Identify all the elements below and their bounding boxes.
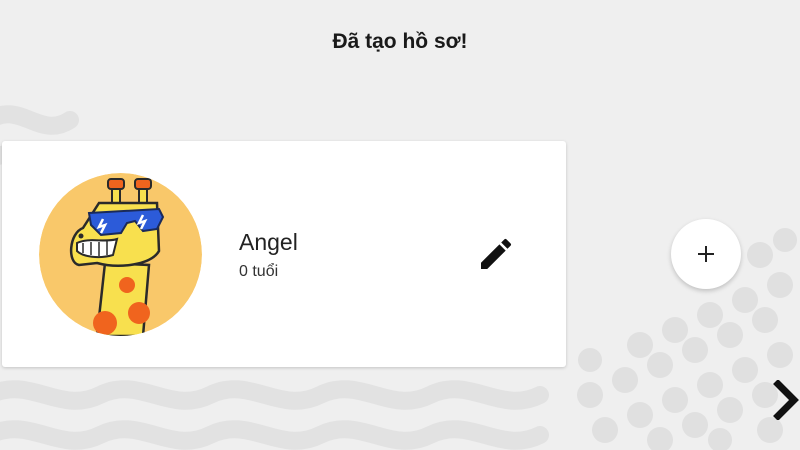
pencil-icon bbox=[481, 238, 512, 269]
page-title: Đã tạo hồ sơ! bbox=[332, 30, 468, 53]
profile-card[interactable]: Angel 0 tuổi bbox=[2, 141, 566, 367]
next-button[interactable] bbox=[772, 379, 800, 421]
add-profile-button[interactable] bbox=[671, 219, 741, 289]
giraffe-sunglasses-icon bbox=[39, 173, 202, 336]
profile-age: 0 tuổi bbox=[239, 263, 279, 280]
chevron-right-icon bbox=[773, 379, 799, 421]
edit-profile-button[interactable] bbox=[476, 234, 516, 274]
profile-created-screen: Đã tạo hồ sơ! Angel 0 tuổi bbox=[0, 0, 800, 450]
profile-name: Angel bbox=[239, 229, 298, 255]
plus-icon bbox=[698, 246, 714, 262]
